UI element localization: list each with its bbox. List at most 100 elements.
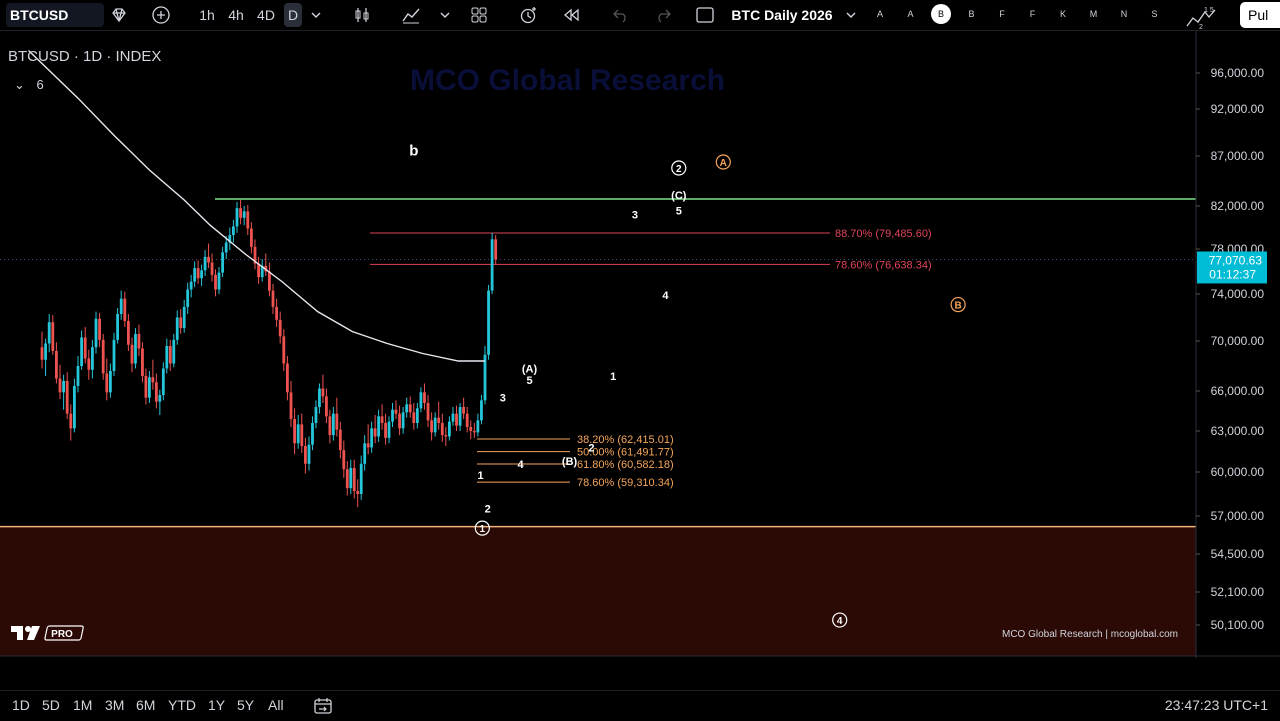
candle-body[interactable] [232, 226, 235, 236]
layout-name[interactable]: BTC Daily 2026 [728, 3, 836, 27]
candle-body[interactable] [307, 444, 311, 464]
candle-body[interactable] [458, 407, 462, 426]
candle-body[interactable] [105, 373, 109, 393]
candle-body[interactable] [300, 424, 304, 447]
range-5d[interactable]: 5D [42, 697, 60, 713]
quick-pill-b-3[interactable]: B [962, 4, 982, 24]
candle-body[interactable] [366, 443, 370, 448]
quick-pill-a-0[interactable]: A [870, 4, 890, 24]
wave-label[interactable]: 2 [485, 504, 491, 516]
candle-body[interactable] [161, 368, 165, 396]
candle-body[interactable] [494, 239, 498, 260]
candle-body[interactable] [335, 413, 339, 430]
layouts-grid-icon[interactable] [466, 3, 492, 27]
redo-icon[interactable] [650, 3, 676, 27]
candle-body[interactable] [430, 420, 433, 433]
wave-label[interactable]: 5 [526, 375, 532, 387]
candle-body[interactable] [398, 413, 401, 429]
range-3m[interactable]: 3M [105, 697, 124, 713]
candle-body[interactable] [359, 463, 363, 494]
candle-body[interactable] [179, 317, 183, 329]
candle-body[interactable] [83, 337, 87, 359]
candle-body[interactable] [239, 208, 242, 218]
candle-body[interactable] [76, 366, 80, 386]
candle-body[interactable] [246, 211, 250, 229]
candle-body[interactable] [151, 377, 155, 383]
candle-body[interactable] [363, 443, 367, 464]
candle-body[interactable] [275, 306, 278, 320]
candle-body[interactable] [172, 339, 176, 364]
candle-body[interactable] [200, 270, 203, 279]
wave-label[interactable]: b [409, 142, 418, 159]
candle-body[interactable] [380, 416, 384, 423]
wave-label[interactable]: 1 [480, 524, 486, 535]
candle-body[interactable] [193, 268, 197, 282]
candle-body[interactable] [44, 343, 47, 360]
range-6m[interactable]: 6M [136, 697, 155, 713]
candle-body[interactable] [480, 400, 483, 421]
wave-label[interactable]: (A) [522, 364, 538, 376]
quick-pill-b-2[interactable]: B [931, 4, 951, 24]
candle-body[interactable] [405, 404, 409, 413]
candle-body[interactable] [55, 351, 58, 379]
wave-counter-icon[interactable]: 1 5 2 [1184, 3, 1218, 30]
candle-body[interactable] [87, 358, 91, 370]
quick-pill-a-1[interactable]: A [901, 4, 921, 24]
candle-body[interactable] [490, 239, 494, 291]
candle-body[interactable] [387, 421, 391, 438]
candle-body[interactable] [296, 424, 300, 444]
candle-body[interactable] [196, 268, 200, 279]
candle-body[interactable] [444, 435, 448, 437]
wave-label[interactable]: 4 [662, 290, 669, 302]
timeframe-1h[interactable]: 1h [194, 3, 220, 27]
candle-body[interactable] [311, 423, 314, 445]
candle-body[interactable] [235, 208, 239, 227]
candle-body[interactable] [433, 417, 437, 433]
candle-body[interactable] [356, 491, 360, 494]
wave-label[interactable]: 3 [632, 210, 638, 222]
wave-label[interactable]: 3 [500, 393, 506, 405]
candle-body[interactable] [412, 412, 416, 423]
candle-body[interactable] [98, 318, 101, 340]
candle-body[interactable] [487, 290, 490, 355]
candle-body[interactable] [462, 407, 466, 414]
chevron-down-icon[interactable] [436, 3, 454, 27]
candle-body[interactable] [384, 423, 387, 438]
candle-body[interactable] [286, 363, 289, 393]
candle-body[interactable] [345, 469, 349, 489]
candle-body[interactable] [321, 388, 325, 397]
candle-body[interactable] [207, 256, 210, 263]
candles-icon[interactable] [350, 3, 374, 27]
candle-body[interactable] [168, 346, 172, 364]
candle-body[interactable] [293, 419, 296, 444]
candle-body[interactable] [289, 392, 293, 419]
candle-body[interactable] [224, 242, 228, 253]
range-1y[interactable]: 1Y [208, 697, 225, 713]
candle-body[interactable] [189, 281, 193, 290]
wave-label[interactable]: (B) [562, 456, 578, 468]
candle-body[interactable] [476, 420, 480, 433]
wave-label[interactable]: 2 [588, 442, 594, 454]
candle-body[interactable] [58, 378, 62, 393]
candle-body[interactable] [217, 272, 221, 290]
alert-clock-icon[interactable] [516, 3, 542, 27]
candle-body[interactable] [73, 386, 76, 429]
range-1m[interactable]: 1M [73, 697, 92, 713]
tradingview-logo[interactable]: PRO [10, 624, 86, 642]
candle-body[interactable] [349, 467, 353, 489]
candle-body[interactable] [440, 423, 444, 436]
candle-body[interactable] [182, 306, 186, 329]
replay-icon[interactable] [558, 3, 584, 27]
candle-body[interactable] [101, 339, 105, 374]
candle-body[interactable] [370, 428, 374, 448]
candle-body[interactable] [210, 262, 214, 275]
candle-body[interactable] [426, 403, 430, 421]
candle-body[interactable] [203, 256, 207, 271]
wave-label[interactable]: 2 [676, 164, 682, 175]
wave-label[interactable]: 4 [837, 616, 843, 627]
candle-body[interactable] [352, 467, 356, 492]
candle-body[interactable] [377, 416, 380, 437]
candle-body[interactable] [304, 446, 307, 464]
candle-body[interactable] [158, 395, 162, 402]
candle-body[interactable] [328, 416, 332, 436]
